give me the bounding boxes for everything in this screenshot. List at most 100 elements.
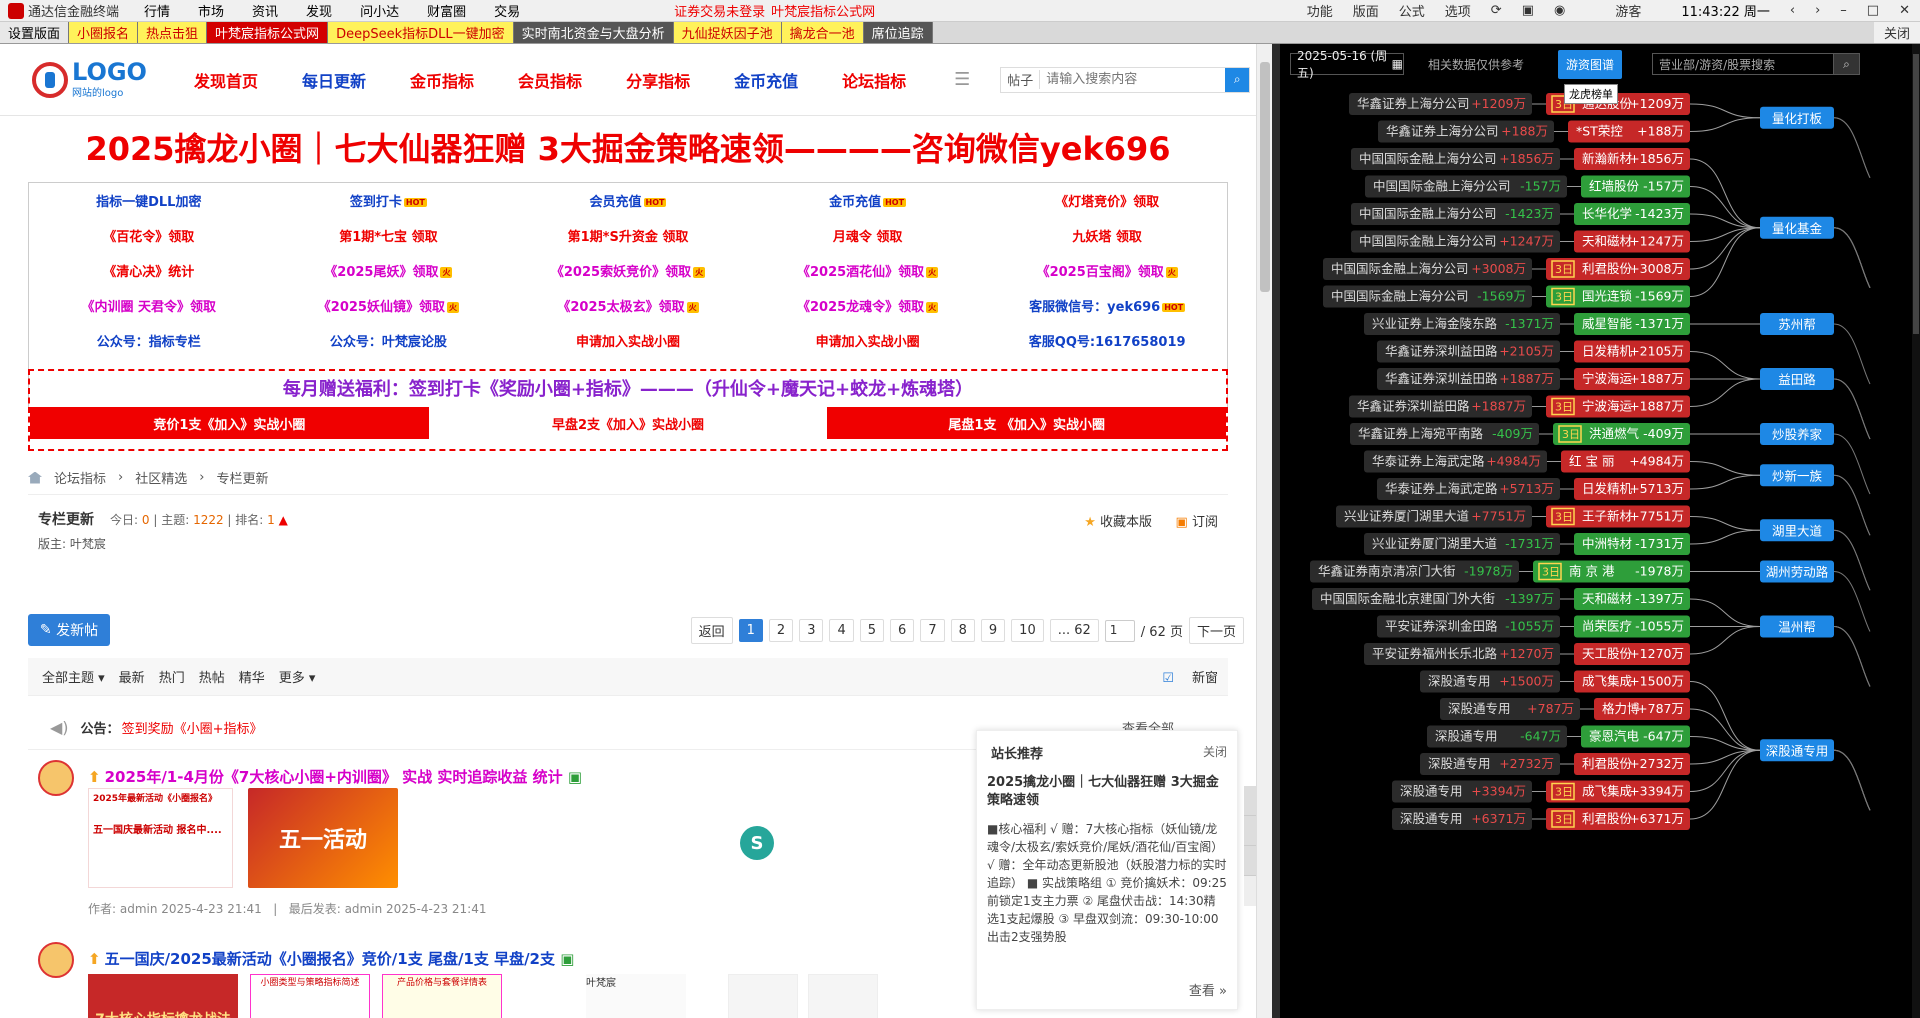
menu-item-discover[interactable]: 发现 [292,1,346,20]
pager-input[interactable]: 1 [1104,619,1135,642]
pager-back-button[interactable]: 返回 [690,617,733,644]
seat-value[interactable]: -1397万 [1505,591,1554,606]
seat-value[interactable]: +1247万 [1499,234,1554,249]
seat-name[interactable]: 中国国际金融上海分公司 [1331,261,1469,276]
quick-link[interactable]: 《2025索妖竞价》领取火 [508,261,748,280]
seat-value[interactable]: +2105万 [1499,344,1554,359]
pager-page-11[interactable]: ... 62 [1049,619,1099,642]
seat-value[interactable]: +188万 [1501,124,1548,139]
nav-link-recharge[interactable]: 金币充值 [734,68,798,92]
stock-name[interactable]: 国光连锁 [1582,289,1633,304]
new-post-button[interactable]: ✎ 发新帖 [28,614,110,646]
three-day-label[interactable]: 3日 [1555,511,1573,524]
stock-name[interactable]: 天和磁材 [1582,234,1632,249]
stock-value[interactable]: +3008万 [1629,261,1684,276]
stock-name[interactable]: 天和磁材 [1582,591,1632,606]
tab-indicator-site[interactable]: 叶梵宸指标公式网 [207,22,329,43]
stock-name[interactable]: 红 宝 丽 [1569,454,1614,469]
seat-name[interactable]: 华鑫证券深圳益田路 [1385,371,1498,386]
seat-name[interactable]: 深股通专用 [1435,729,1498,744]
seat-name[interactable]: 中国国际金融上海分公司 [1359,234,1497,249]
quick-link[interactable]: 《2025龙魂令》领取火 [748,296,988,315]
minimize-icon[interactable]: – [1830,3,1857,18]
quick-link[interactable]: 会员充值 HOT [508,191,748,210]
seat-name[interactable]: 深股通专用 [1448,701,1511,716]
post-thumbnail-4[interactable]: 叶梵宸 [586,974,686,1018]
share-button[interactable] [1244,786,1256,816]
menu-item-news[interactable]: 资讯 [238,1,292,20]
seat-value[interactable]: +1887万 [1471,399,1526,414]
quick-link[interactable]: 《清心决》统计 [29,261,269,280]
seat-name[interactable]: 深股通专用 [1428,756,1491,771]
tab-deepseek-dll[interactable]: DeepSeek指标DLL一键加密 [328,22,514,43]
stock-value[interactable]: +1856万 [1629,151,1684,166]
stock-value[interactable]: -1371万 [1635,316,1684,331]
seat-name[interactable]: 华鑫证券上海分公司 [1386,124,1499,139]
seat-value[interactable]: +6371万 [1471,811,1526,826]
seat-value[interactable]: -1423万 [1505,206,1554,221]
group-label[interactable]: 温州帮 [1778,620,1816,635]
menu-item-trade[interactable]: 交易 [480,1,534,20]
filter-all-topics[interactable]: 全部主题 ▾ [42,667,105,686]
quick-link[interactable]: 金币充值 HOT [748,191,988,210]
stock-name[interactable]: *ST荣控 [1576,124,1623,139]
nav-link-shared-indicators[interactable]: 分享指标 [626,68,690,92]
seat-name[interactable]: 平安证券福州长乐北路 [1372,646,1498,661]
seat-value[interactable]: +4984万 [1486,454,1541,469]
menu-item-wealth[interactable]: 财富圈 [413,1,480,20]
quick-link[interactable]: 《2025尾妖》领取火 [269,261,509,280]
stock-value[interactable]: +1887万 [1629,399,1684,414]
search-icon[interactable]: ⌕ [1225,67,1250,92]
recommend-title[interactable]: 2025擒龙小圈｜七大仙器狂赠 3大掘金策略速领 [977,768,1237,816]
stock-name[interactable]: 日发精机 [1582,481,1633,496]
quick-link[interactable]: 《灯塔竞价》领取 [987,191,1227,210]
seat-value[interactable]: -1569万 [1477,289,1526,304]
group-label[interactable]: 湖里大道 [1772,523,1823,538]
nav-link-daily[interactable]: 每日更新 [302,68,366,92]
nav-link-member-indicators[interactable]: 会员指标 [518,68,582,92]
avatar[interactable] [38,760,74,796]
stock-value[interactable]: -157万 [1643,179,1684,194]
list-menu-icon[interactable]: ☰ [954,69,970,90]
quick-link[interactable]: 客服微信号：yek696 HOT [987,296,1227,315]
edit-button[interactable] [1244,846,1256,876]
filter-digest[interactable]: 精华 [239,667,265,686]
moderator[interactable]: 版主: 叶梵宸 [38,535,106,552]
join-morning-button[interactable]: 早盘2支《加入》实战小圈 [428,407,828,439]
join-bidding-button[interactable]: 竞价1支《加入》实战小圈 [30,407,429,439]
group-label[interactable]: 量化打板 [1772,111,1823,126]
stock-name[interactable]: 豪恩汽电 [1589,729,1640,744]
pager-page-5[interactable]: 5 [859,619,885,642]
forward-icon[interactable]: › [1805,3,1830,18]
menu-item-ask[interactable]: 问小达 [346,1,413,20]
quick-link[interactable]: 第1期*S升资金 领取 [508,226,748,245]
new-window-checkbox[interactable]: ☑ 新窗 [1148,667,1218,686]
stock-name[interactable]: 洪通燃气 [1589,426,1640,441]
group-label[interactable]: 益田路 [1778,372,1816,387]
seat-name[interactable]: 华鑫证券深圳益田路 [1357,399,1470,414]
stock-name[interactable]: 新瀚新材 [1582,151,1632,166]
panel-search-input[interactable]: 营业部/游资/股票搜索 [1652,53,1835,75]
seat-name[interactable]: 兴业证券上海金陵东路 [1372,316,1498,331]
stock-name[interactable]: 利君股份 [1582,811,1633,826]
stock-value[interactable]: -1978万 [1635,564,1684,579]
pager-page-4[interactable]: 4 [829,619,854,642]
search-input[interactable] [1040,68,1211,91]
seat-value[interactable]: -1978万 [1464,564,1513,579]
lightbulb-icon[interactable]: ◉ [1544,3,1575,18]
page-scrollbar[interactable] [1256,44,1272,1018]
seat-value[interactable]: +7751万 [1471,509,1526,524]
seat-value[interactable]: +1856万 [1499,151,1554,166]
breadcrumb-community[interactable]: 社区精选 [135,468,187,487]
pager-page-7[interactable]: 7 [920,619,945,642]
quick-link[interactable]: 九妖塔 领取 [987,226,1227,245]
stock-value[interactable]: +2732万 [1629,756,1684,771]
stock-value[interactable]: +2105万 [1629,344,1684,359]
seat-name[interactable]: 华泰证券上海武定路 [1372,454,1485,469]
login-status[interactable]: 证券交易未登录 [674,1,765,20]
tab-dragon-pool[interactable]: 擒龙合一池 [781,22,864,43]
post-thumbnail-1[interactable]: 7大核心指标擒龙战法 [88,974,238,1018]
avatar[interactable] [38,942,74,978]
tab-hot-money-graph[interactable]: 游资图谱 [1558,49,1623,79]
stock-name[interactable]: 利君股份 [1582,756,1633,771]
